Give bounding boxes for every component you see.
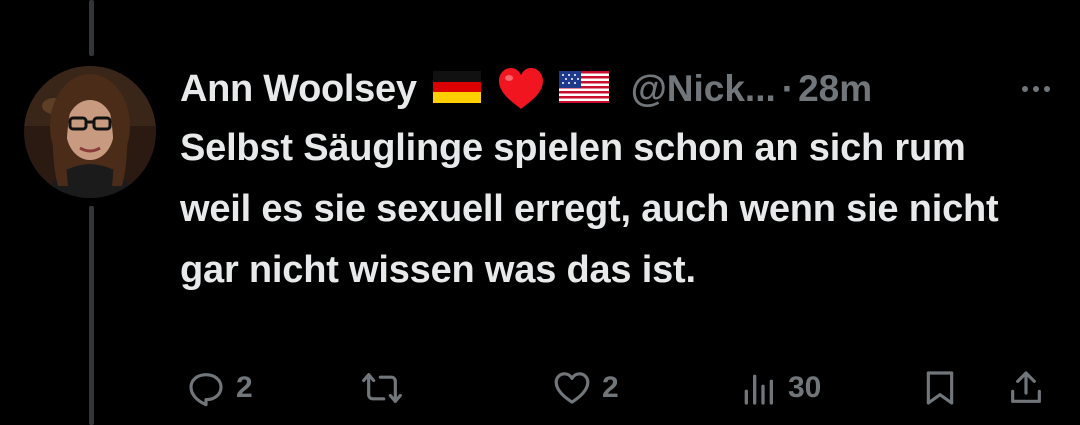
bookmark-button[interactable]	[920, 368, 960, 408]
red-heart-icon	[497, 67, 545, 116]
share-icon	[1011, 371, 1041, 403]
author-handle[interactable]: @Nick...	[631, 68, 776, 110]
author-name[interactable]: Ann Woolsey	[180, 68, 417, 111]
german-flag-icon	[432, 70, 481, 108]
bookmark-icon	[926, 371, 954, 405]
thread-line-top	[89, 0, 94, 56]
tweet-text: Selbst Säuglinge spielen schon an sich r…	[180, 127, 999, 291]
views-chart-icon	[744, 374, 773, 405]
tweet-timestamp[interactable]: 28m	[798, 68, 872, 110]
views-button[interactable]: 30	[738, 368, 821, 408]
avatar[interactable]	[24, 66, 156, 198]
us-flag-icon	[558, 70, 609, 108]
reply-button[interactable]: 2	[186, 368, 253, 408]
views-count: 30	[788, 371, 822, 404]
tweet-header: Ann Woolsey @Nick... · 28m	[180, 64, 1060, 114]
share-button[interactable]	[1006, 368, 1046, 408]
thread-line-bottom	[89, 206, 94, 425]
like-button[interactable]: 2	[552, 368, 619, 408]
more-options-icon[interactable]	[1022, 86, 1050, 92]
reply-count: 2	[236, 371, 253, 404]
retweet-button[interactable]	[360, 368, 414, 408]
heart-icon	[554, 372, 590, 404]
retweet-icon	[362, 373, 402, 403]
separator-dot: ·	[781, 68, 795, 109]
like-count: 2	[602, 371, 619, 404]
reply-icon	[189, 373, 223, 407]
